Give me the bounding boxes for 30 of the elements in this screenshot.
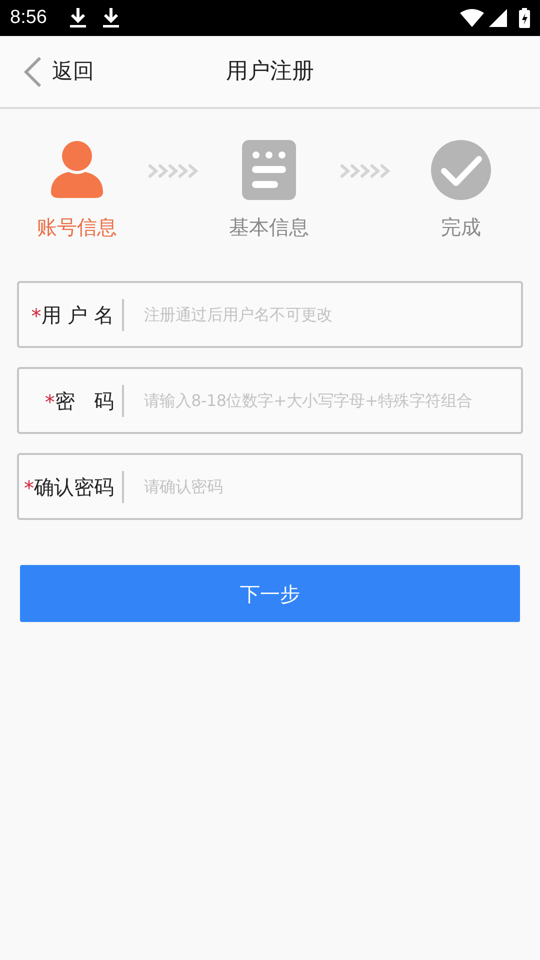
form-icon [242, 140, 296, 200]
text-field[interactable]: *确认密码 请确认密码 [17, 453, 523, 520]
field-label: 用 户 名 [41, 302, 114, 328]
input-field[interactable]: 注册通过后用户名不可更改 [144, 302, 521, 326]
step-label: 账号信息 [37, 214, 117, 241]
input-field[interactable]: 请输入8-18位数字+大小写字母+特殊字符组合 [144, 388, 521, 412]
required-mark: * [44, 389, 55, 416]
next-button[interactable]: 下一步 [20, 565, 520, 622]
download-icon [68, 7, 87, 29]
text-field[interactable]: *用 户 名 注册通过后用户名不可更改 [17, 281, 523, 348]
wifi-icon [460, 9, 484, 27]
required-mark: * [24, 475, 34, 502]
chevrons-icon [339, 163, 391, 179]
page-title: 用户注册 [226, 58, 314, 86]
step-label: 基本信息 [229, 214, 309, 241]
input-field[interactable]: 请确认密码 [144, 474, 521, 498]
text-field[interactable]: *密 码 请输入8-18位数字+大小写字母+特殊字符组合 [17, 367, 523, 434]
download-icon [102, 7, 120, 29]
status-time: 8:56 [10, 6, 47, 30]
check-icon [431, 140, 491, 200]
back-button[interactable]: 返回 [24, 56, 94, 88]
signal-icon [489, 9, 507, 27]
chevrons-icon [147, 163, 199, 179]
field-label: 确认密码 [34, 474, 114, 500]
back-icon [24, 56, 42, 86]
battery-icon [519, 8, 530, 28]
step-label: 完成 [441, 214, 481, 241]
required-mark: * [31, 303, 42, 330]
field-label: 密 码 [54, 388, 114, 414]
person-icon [49, 140, 105, 200]
